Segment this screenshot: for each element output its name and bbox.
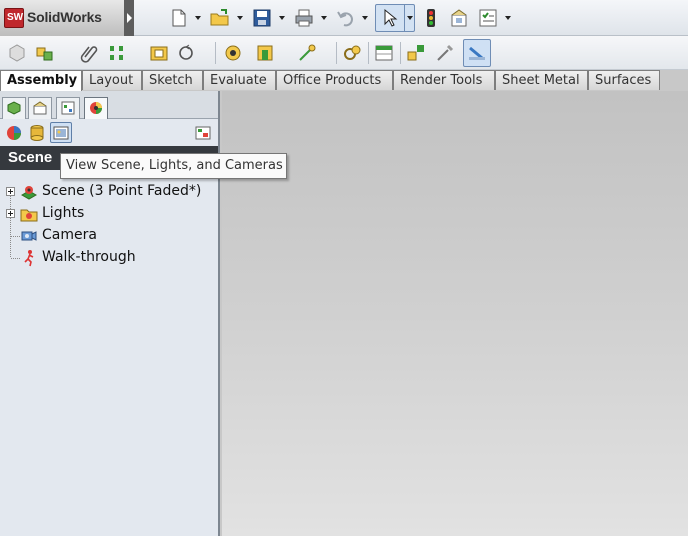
scene-lights-cameras-icon <box>53 126 69 140</box>
paperclip-icon[interactable] <box>78 42 100 64</box>
smart-fasteners-icon[interactable] <box>148 42 170 64</box>
tab-display-manager[interactable] <box>84 97 108 119</box>
tab-layout[interactable]: Layout <box>82 70 142 90</box>
panel-header-title: Scene <box>8 149 53 166</box>
tab-configuration-manager[interactable] <box>56 97 80 119</box>
property-icon <box>33 101 47 115</box>
tree-item-label: Walk-through <box>42 249 136 265</box>
customize-dropdown-icon[interactable] <box>505 16 511 20</box>
scene-icon <box>20 186 38 200</box>
solidworks-logo[interactable]: SW SolidWorks <box>0 0 134 36</box>
new-dropdown-icon[interactable] <box>195 16 201 20</box>
tree-item-walk-through[interactable]: Walk-through <box>0 247 218 269</box>
traffic-light-icon[interactable] <box>420 7 442 29</box>
save-icon[interactable] <box>251 7 273 29</box>
print-icon[interactable] <box>293 7 315 29</box>
tree-item-camera[interactable]: Camera <box>0 225 218 247</box>
undo-icon[interactable] <box>335 7 357 29</box>
tab-sketch[interactable]: Sketch <box>142 70 203 90</box>
menu-expand-arrow-icon[interactable] <box>124 0 134 36</box>
display-manager-icon <box>90 102 102 114</box>
linear-pattern-icon[interactable] <box>106 42 128 64</box>
instant3d-icon <box>469 46 485 60</box>
lights-folder-icon <box>20 209 38 222</box>
command-tabs: Assembly Layout Sketch Evaluate Office P… <box>0 70 688 91</box>
select-button[interactable] <box>375 4 415 32</box>
insert-component-icon[interactable] <box>6 42 28 64</box>
tab-evaluate[interactable]: Evaluate <box>203 70 276 90</box>
select-pointer-icon <box>384 8 398 27</box>
expand-lights-icon[interactable] <box>6 209 15 218</box>
explode-line-sketch-icon[interactable] <box>434 42 456 64</box>
reference-geometry-icon[interactable] <box>296 42 318 64</box>
move-component-icon[interactable] <box>175 42 197 64</box>
camera-icon <box>21 231 37 241</box>
tree-item-lights[interactable]: Lights <box>0 203 218 225</box>
assembly-features-icon[interactable] <box>254 42 276 64</box>
open-dropdown-icon[interactable] <box>237 16 243 20</box>
main-toolbar: SW SolidWorks <box>0 0 688 36</box>
tree-item-scene[interactable]: Scene (3 Point Faded*) <box>0 181 218 203</box>
bill-of-materials-icon[interactable] <box>373 42 395 64</box>
display-pane-options-icon[interactable] <box>193 123 213 143</box>
tab-office-products[interactable]: Office Products <box>276 70 393 90</box>
print-dropdown-icon[interactable] <box>321 16 327 20</box>
configuration-icon <box>61 101 75 115</box>
select-dropdown-icon[interactable] <box>407 16 413 20</box>
display-manager-view-bar <box>0 119 218 145</box>
app-title: SolidWorks <box>27 9 102 25</box>
sw-badge-icon: SW <box>4 8 24 28</box>
tree-item-label: Lights <box>42 205 85 221</box>
panel-tabs <box>0 91 218 119</box>
view-decals-icon[interactable] <box>27 123 47 143</box>
tree-item-label: Camera <box>42 227 97 243</box>
feature-tree-icon <box>7 101 21 115</box>
options-icon[interactable] <box>448 7 470 29</box>
view-scene-lights-cameras-button[interactable] <box>50 122 72 143</box>
tab-sheet-metal[interactable]: Sheet Metal <box>495 70 588 90</box>
walk-through-icon <box>24 250 34 267</box>
open-folder-icon[interactable] <box>209 7 231 29</box>
command-manager-toolbar <box>0 36 688 92</box>
tree-item-label: Scene (3 Point Faded*) <box>42 183 202 199</box>
save-dropdown-icon[interactable] <box>279 16 285 20</box>
new-document-icon[interactable] <box>168 7 190 29</box>
view-appearances-icon[interactable] <box>4 123 24 143</box>
tooltip: View Scene, Lights, and Cameras <box>60 153 287 179</box>
show-hidden-components-icon[interactable] <box>222 42 244 64</box>
tab-render-tools[interactable]: Render Tools <box>393 70 495 90</box>
instant3d-button[interactable] <box>463 39 491 67</box>
tab-surfaces[interactable]: Surfaces <box>588 70 660 90</box>
expand-scene-icon[interactable] <box>6 187 15 196</box>
mate-icon[interactable] <box>34 42 56 64</box>
undo-dropdown-icon[interactable] <box>362 16 368 20</box>
tab-assembly[interactable]: Assembly <box>0 70 82 91</box>
new-motion-study-icon[interactable] <box>341 42 363 64</box>
graphics-area[interactable] <box>222 91 688 536</box>
tab-feature-manager[interactable] <box>2 97 26 119</box>
exploded-view-icon[interactable] <box>405 42 427 64</box>
tab-property-manager[interactable] <box>28 97 52 119</box>
customize-icon[interactable] <box>477 7 499 29</box>
